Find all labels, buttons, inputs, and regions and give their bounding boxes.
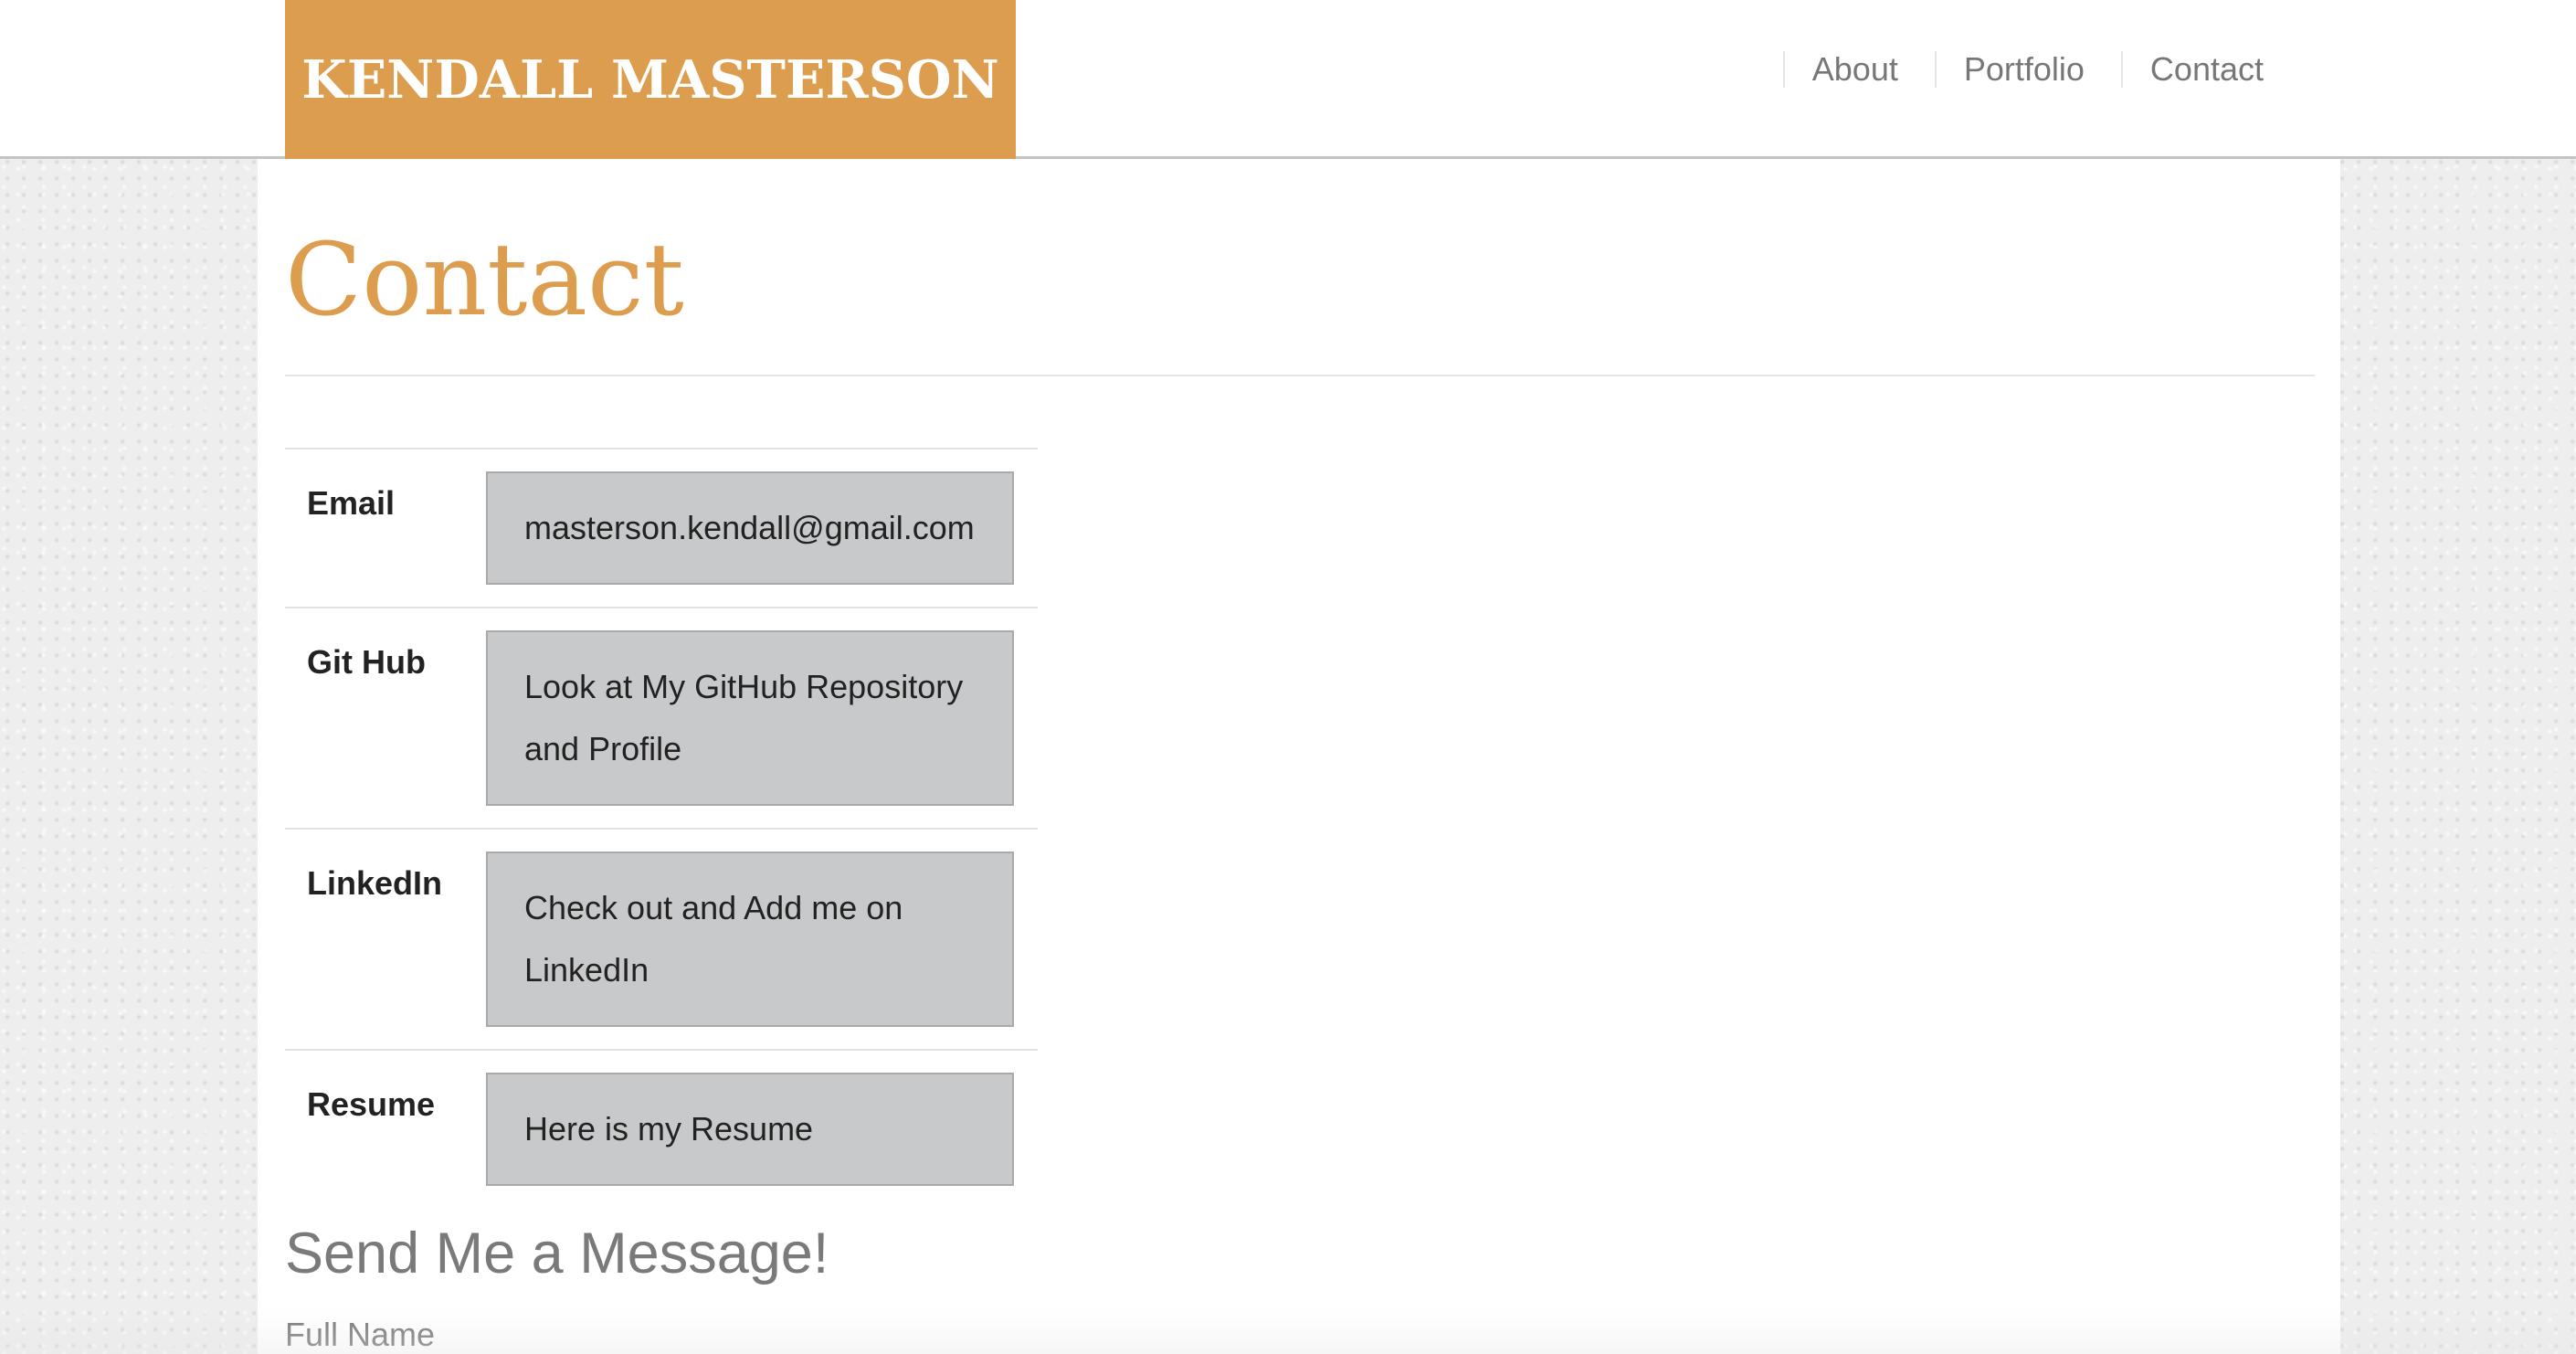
nav-link-contact[interactable]: Contact	[2120, 51, 2264, 88]
brand-logo-link[interactable]: KENDALL MASTERSON	[285, 0, 1016, 159]
github-link[interactable]: Look at My GitHub Repository and Profile	[486, 630, 1014, 806]
contact-row-github: Git Hub Look at My GitHub Repository and…	[285, 607, 1038, 829]
page-title: Contact	[285, 221, 684, 338]
contact-label-linkedin: LinkedIn	[285, 828, 486, 1050]
resume-link[interactable]: Here is my Resume	[486, 1073, 1014, 1186]
contact-label-resume: Resume	[285, 1049, 486, 1208]
nav-link-about[interactable]: About	[1782, 51, 1935, 88]
email-link[interactable]: masterson.kendall@gmail.com	[486, 471, 1014, 585]
contact-row-email: Email masterson.kendall@gmail.com	[285, 448, 1038, 608]
contact-table: Email masterson.kendall@gmail.com Git Hu…	[285, 448, 1038, 1208]
nav-links: About Portfolio Contact	[1782, 51, 2264, 88]
contact-row-resume: Resume Here is my Resume	[285, 1049, 1038, 1208]
linkedin-link[interactable]: Check out and Add me on LinkedIn	[486, 852, 1014, 1027]
nav-link-portfolio[interactable]: Portfolio	[1934, 51, 2121, 88]
message-form-heading: Send Me a Message!	[285, 1222, 829, 1285]
site-header: KENDALL MASTERSON About Portfolio Contac…	[0, 0, 2576, 159]
title-divider	[285, 375, 2315, 376]
contact-label-github: Git Hub	[285, 607, 486, 829]
contact-row-linkedin: LinkedIn Check out and Add me on LinkedI…	[285, 828, 1038, 1050]
contact-label-email: Email	[285, 448, 486, 608]
full-name-label: Full Name	[285, 1316, 436, 1353]
main-content: Contact Email masterson.kendall@gmail.co…	[258, 159, 2340, 1354]
